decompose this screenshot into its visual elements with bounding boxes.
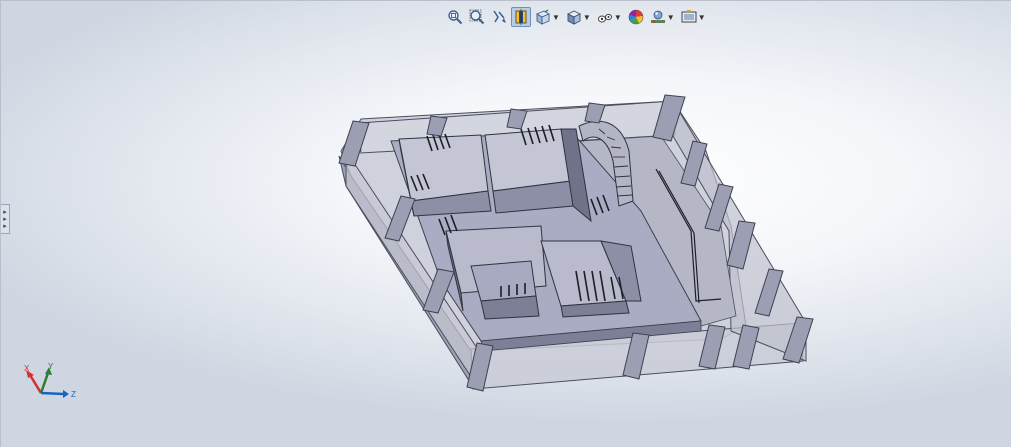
graphics-area[interactable]: ▼ ▼ ▼ ▼ ▼ ▸ ▸ ▸ X Y Z (0, 0, 1011, 447)
triad-z-label: Z (71, 390, 76, 399)
reference-triad: X Y Z (24, 363, 76, 399)
house-model-3d[interactable] (1, 1, 1011, 447)
triad-y-label: Y (48, 363, 54, 371)
triad-x-label: X (24, 364, 30, 373)
